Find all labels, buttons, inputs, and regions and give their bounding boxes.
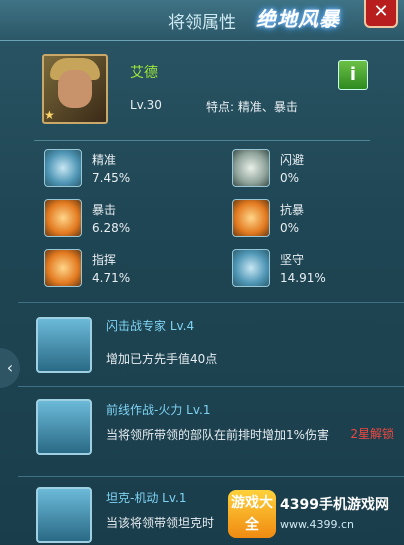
stat-value: 0% [280,171,300,185]
unlock-requirement: 2星解锁 [350,427,394,441]
stat-crit: 暴击 6.28% [34,197,194,241]
stat-crit-resist: 抗暴 0% [222,197,382,241]
stat-value: 0% [280,221,300,235]
skill-desc: 增加已方先手值40点 [106,352,218,366]
game-logo: 绝地风暴 [256,7,340,31]
close-button[interactable]: ✕ [364,0,398,28]
general-card: ★ 艾德 Lv.30 特点: 精准、暴击 i [26,42,378,138]
watermark-site: 4399手机游戏网 [280,497,389,513]
stat-label: 闪避 [280,153,305,167]
stat-value: 14.91% [280,271,326,285]
stat-dodge: 闪避 0% [222,147,382,191]
lightning-icon [36,317,92,373]
rocket-icon [44,199,82,237]
general-level: Lv.30 [130,98,162,112]
target-icon [44,149,82,187]
prev-arrow-button[interactable]: ‹ [0,348,20,388]
skill-name: 前线作战-火力 Lv.1 [106,403,211,417]
skill-desc: 当将领所带领的部队在前排时增加1%伤害 [106,428,330,442]
skill-name: 坦克-机动 Lv.1 [106,491,187,505]
skill-name: 闪击战专家 Lv.4 [106,319,195,333]
stat-label: 坚守 [280,253,305,267]
watermark-url: www.4399.cn [280,518,354,531]
stat-label: 抗暴 [280,203,305,217]
frontline-fire-icon [36,399,92,455]
shield-orange-icon [232,199,270,237]
stat-label: 指挥 [92,253,117,267]
info-button[interactable]: i [338,60,368,90]
watermark-badge: 游戏大全 [228,490,276,538]
missile-icon [44,249,82,287]
stat-label: 暴击 [92,203,117,217]
general-attributes-panel: 将领属性 绝地风暴 ✕ ★ 艾德 Lv.30 特点: 精准、暴击 i 精准 7.… [0,0,404,544]
stat-command: 指挥 4.71% [34,247,194,291]
general-avatar: ★ [42,54,108,124]
stat-defend: 坚守 14.91% [222,247,382,291]
skill-item[interactable]: 前线作战-火力 Lv.1 当将领所带领的部队在前排时增加1%伤害 2星解锁 [18,386,404,475]
star-shield-icon [232,249,270,287]
skill-item[interactable]: 闪击战专家 Lv.4 增加已方先手值40点 [18,302,404,385]
title-bar: 将领属性 绝地风暴 ✕ [0,0,404,41]
general-traits: 特点: 精准、暴击 [206,100,298,114]
stat-precision: 精准 7.45% [34,147,194,191]
watermark: 游戏大全 4399手机游戏网 www.4399.cn [228,484,404,544]
stat-value: 7.45% [92,171,131,185]
stat-label: 精准 [92,153,117,167]
tank-icon [232,149,270,187]
rank-star-icon: ★ [44,108,55,122]
stat-value: 6.28% [92,221,131,235]
stats-grid: 精准 7.45% 闪避 0% 暴击 6.28% 抗暴 0% 指挥 4.71% 坚… [34,140,370,301]
tank-mobility-icon [36,487,92,543]
stat-value: 4.71% [92,271,131,285]
general-name: 艾德 [130,65,158,81]
avatar-face [58,70,92,108]
